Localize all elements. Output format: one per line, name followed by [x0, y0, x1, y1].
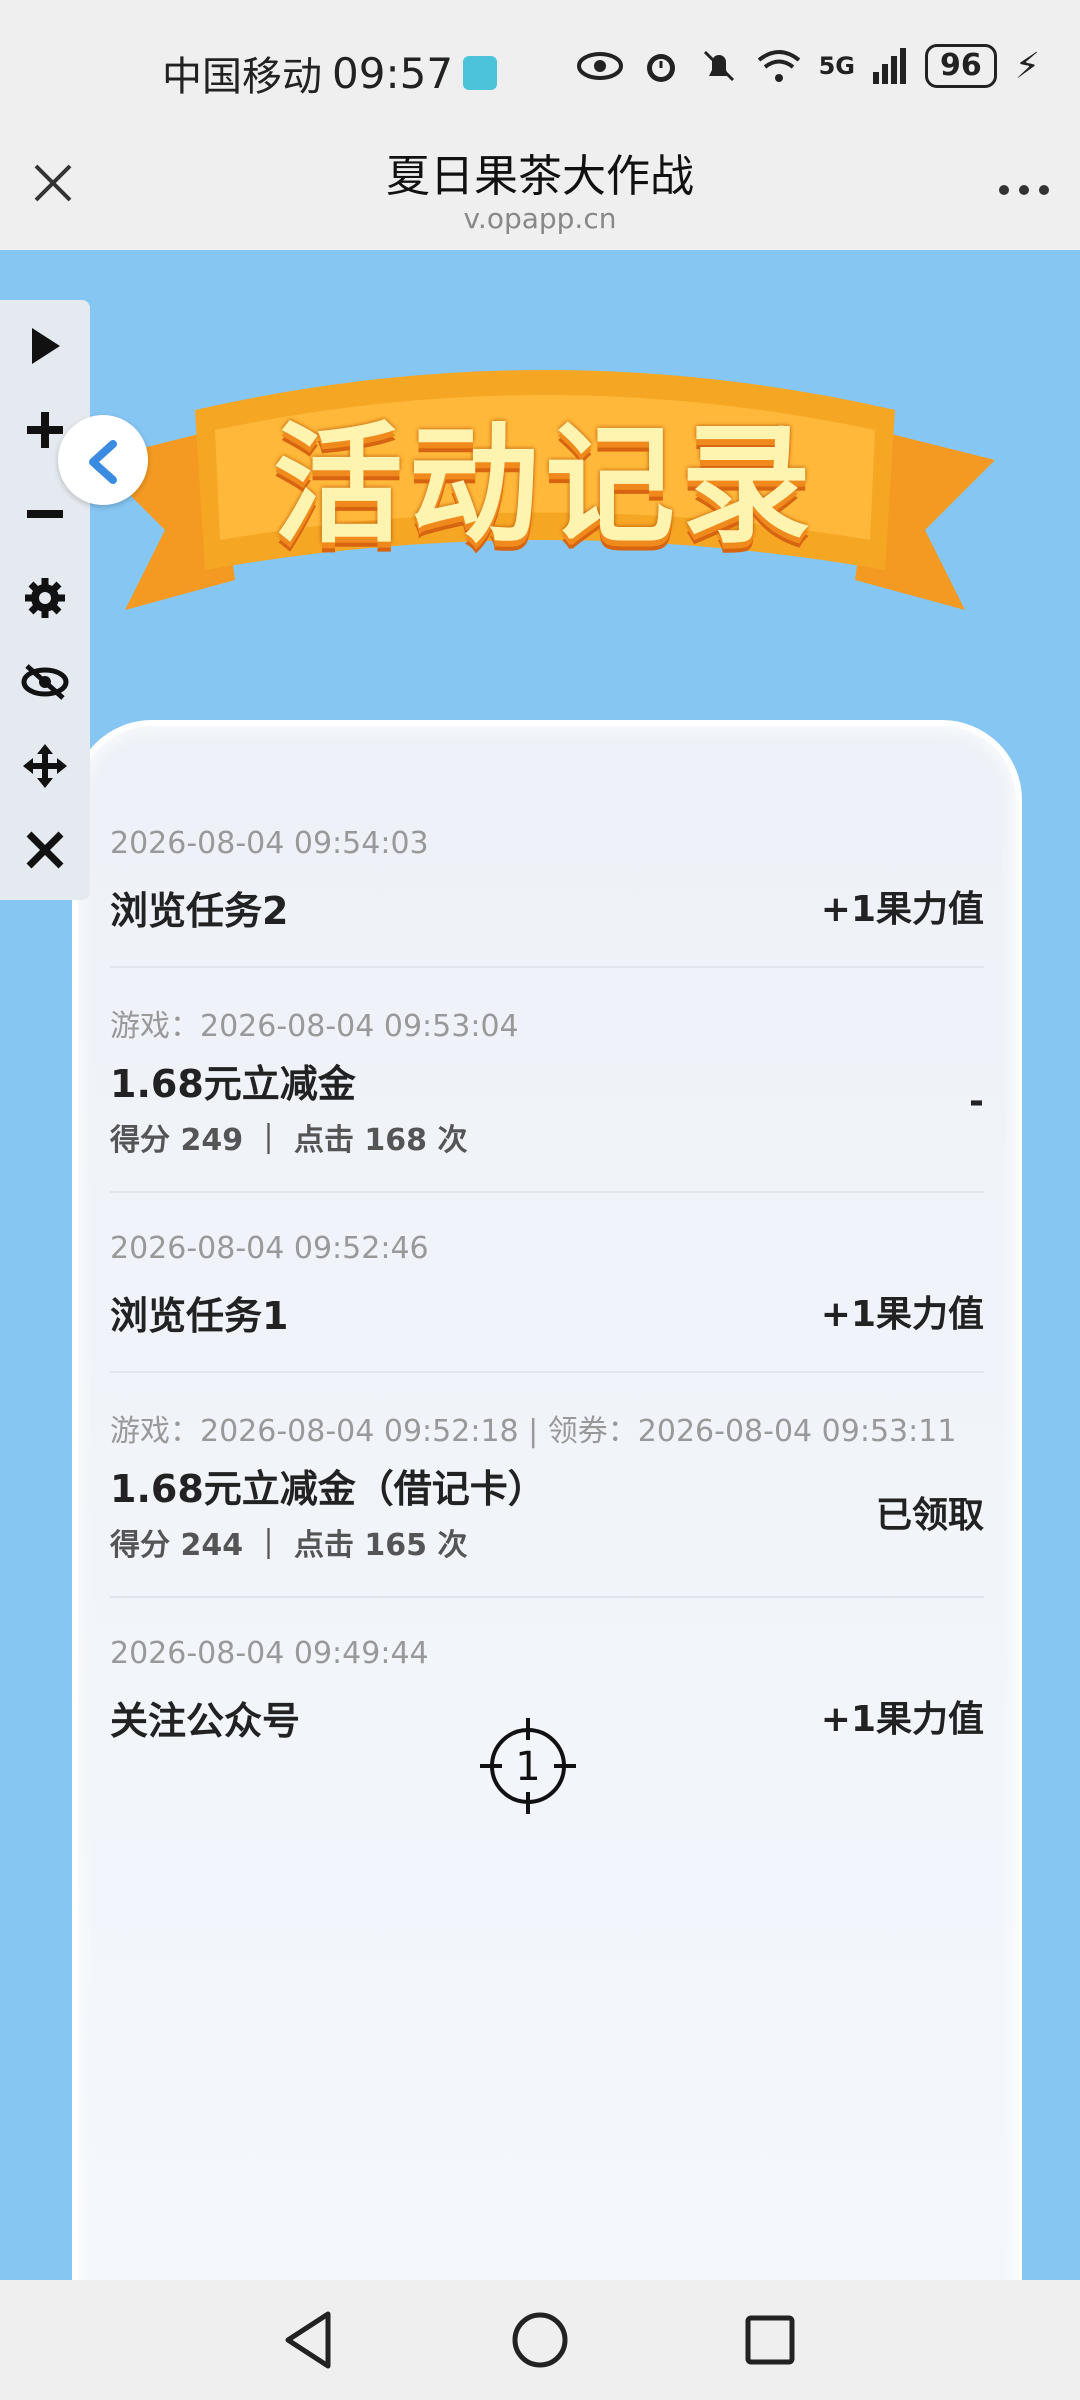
status-left: 中国移动 09:57 — [162, 44, 498, 102]
record-title: 1.68元立减金（借记卡） — [110, 1467, 546, 1511]
record-list-card: 2026-08-04 09:54:03 浏览任务2 +1果力值 游戏：2026-… — [72, 720, 1022, 2280]
record-score: 得分 249 ｜ 点击 168 次 — [110, 1123, 468, 1158]
back-triangle-icon — [285, 2311, 331, 2369]
record-title: 关注公众号 — [110, 1699, 301, 1743]
floating-toolbar — [0, 300, 90, 900]
close-icon — [26, 831, 64, 868]
plus-icon — [27, 411, 63, 448]
page-url: v.opapp.cn — [463, 202, 617, 235]
home-circle-icon — [512, 2312, 568, 2368]
close-toolbar-button[interactable] — [0, 804, 90, 888]
record-reward: +1果力值 — [820, 1294, 984, 1335]
more-icon — [999, 185, 1049, 195]
webview: 活动记录 2026-08-04 09:54:03 浏览任务2 +1果力值 游戏：… — [0, 250, 1080, 2280]
mini-app-titlebar: 夏日果茶大作战 v.opapp.cn — [0, 140, 1080, 250]
record-title: 浏览任务1 — [110, 1294, 289, 1338]
hide-button[interactable] — [0, 636, 90, 720]
record-score: 得分 244 ｜ 点击 165 次 — [110, 1528, 468, 1563]
settings-button[interactable] — [0, 552, 90, 636]
clock: 09:57 — [332, 48, 454, 98]
play-button[interactable] — [0, 300, 90, 384]
gear-icon — [25, 577, 65, 618]
mute-bell-icon — [703, 50, 734, 82]
record-status: 已领取 — [875, 1495, 984, 1536]
battery-indicator: 96 — [924, 44, 997, 88]
wifi-icon — [757, 50, 800, 82]
record-item[interactable]: 2026-08-04 09:54:03 浏览任务2 +1果力值 — [110, 826, 984, 968]
record-timestamp: 2026-08-04 09:54:03 — [110, 826, 429, 861]
record-timestamp: 2026-08-04 09:52:46 — [110, 1231, 429, 1266]
eye-icon — [576, 52, 623, 80]
record-reward: +1果力值 — [820, 889, 984, 930]
recents-square-icon — [745, 2315, 795, 2365]
record-item[interactable]: 游戏：2026-08-04 09:52:18 | 领券：2026-08-04 0… — [110, 1406, 984, 1598]
more-button[interactable] — [998, 160, 1050, 211]
nav-home-button[interactable] — [508, 2308, 572, 2372]
record-item[interactable]: 游戏：2026-08-04 09:53:04 1.68元立减金 得分 249 ｜… — [110, 1001, 984, 1193]
nav-recents-button[interactable] — [738, 2308, 802, 2372]
network-label: 5G — [818, 52, 855, 80]
record-reward: +1果力值 — [820, 1699, 984, 1740]
app-notification-icon — [463, 56, 498, 90]
play-icon — [32, 327, 60, 364]
record-timestamp: 游戏：2026-08-04 09:52:18 | 领券：2026-08-04 0… — [110, 1414, 957, 1449]
move-icon — [23, 743, 67, 788]
record-timestamp: 2026-08-04 09:49:44 — [110, 1636, 429, 1671]
charging-icon: ⚡ — [1014, 45, 1040, 87]
carrier-label: 中国移动 — [162, 54, 322, 100]
record-reward: - — [969, 1081, 984, 1122]
tap-marker: 1 — [480, 1718, 576, 1814]
nav-back-button[interactable] — [278, 2308, 342, 2372]
tap-marker-label: 1 — [515, 1744, 541, 1790]
record-title: 1.68元立减金 — [110, 1062, 356, 1106]
minus-icon — [27, 509, 63, 518]
signal-icon — [872, 48, 906, 84]
status-right: 5G 96 ⚡ — [576, 44, 1040, 88]
chevron-left-icon — [89, 440, 117, 484]
record-item[interactable]: 2026-08-04 09:52:46 浏览任务1 +1果力值 — [110, 1231, 984, 1373]
eye-off-icon — [21, 663, 69, 700]
record-title: 浏览任务2 — [110, 889, 289, 933]
move-button[interactable] — [0, 720, 90, 804]
activity-record-banner: 活动记录 — [95, 320, 995, 640]
system-nav-bar — [0, 2280, 1080, 2400]
alarm-icon — [646, 54, 675, 82]
page-title: 夏日果茶大作战 — [386, 151, 694, 202]
banner-title: 活动记录 — [272, 409, 817, 561]
status-bar: 中国移动 09:57 5G 96 ⚡ — [0, 0, 1080, 140]
record-timestamp: 游戏：2026-08-04 09:53:04 — [110, 1009, 519, 1044]
back-button[interactable] — [58, 415, 148, 505]
